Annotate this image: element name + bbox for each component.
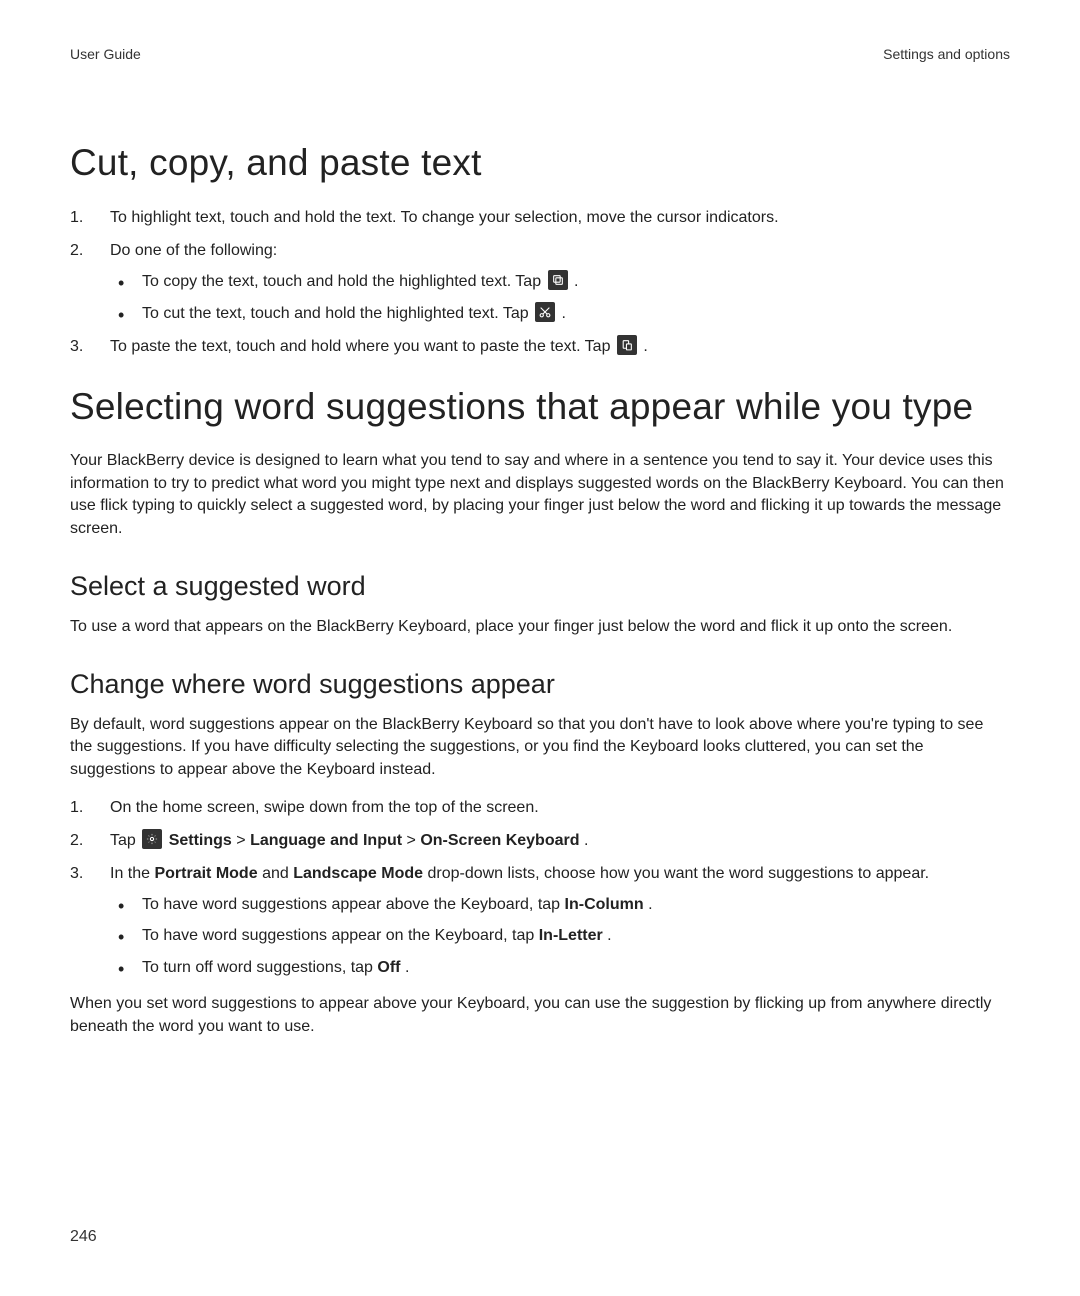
header-left: User Guide	[70, 46, 141, 62]
t-post: drop-down lists, choose how you want the…	[427, 865, 929, 882]
step-3-bullets: To have word suggestions appear above th…	[110, 893, 1010, 979]
step-text: On the home screen, swipe down from the …	[110, 799, 539, 816]
nav-end: .	[584, 832, 588, 849]
bullet-text-post: .	[562, 305, 566, 322]
b-post: .	[607, 927, 611, 944]
bullet-cut: To cut the text, touch and hold the high…	[110, 302, 1010, 325]
page-number: 246	[70, 1228, 97, 1246]
nav-sep: >	[407, 832, 421, 849]
step-text-pre: To paste the text, touch and hold where …	[110, 338, 615, 355]
b-pre: To have word suggestions appear above th…	[142, 896, 565, 913]
b-post: .	[405, 959, 409, 976]
header-right: Settings and options	[883, 46, 1010, 62]
in-column-label: In-Column	[565, 896, 644, 913]
bullet-in-letter: To have word suggestions appear on the K…	[110, 924, 1010, 947]
step-3: To paste the text, touch and hold where …	[70, 335, 1010, 358]
section-heading-cut-copy-paste: Cut, copy, and paste text	[70, 142, 1010, 184]
b-pre: To have word suggestions appear on the K…	[142, 927, 539, 944]
t-pre: In the	[110, 865, 154, 882]
bullet-off: To turn off word suggestions, tap Off .	[110, 956, 1010, 979]
bullet-text-post: .	[574, 273, 578, 290]
page-header: User Guide Settings and options	[70, 46, 1010, 62]
step-text-pre: Tap	[110, 832, 140, 849]
off-label: Off	[377, 959, 400, 976]
cut-icon	[535, 302, 555, 322]
section-intro: Your BlackBerry device is designed to le…	[70, 450, 1010, 541]
subsection-change-suggestions: Change where word suggestions appear	[70, 669, 1010, 700]
step-3: In the Portrait Mode and Landscape Mode …	[70, 862, 1010, 979]
step-text: To highlight text, touch and hold the te…	[110, 209, 779, 226]
subsection-outro: When you set word suggestions to appear …	[70, 993, 1010, 1038]
nav-settings: Settings	[169, 832, 232, 849]
step-text-post: .	[643, 338, 647, 355]
portrait-mode-label: Portrait Mode	[154, 865, 257, 882]
nav-language-input: Language and Input	[250, 832, 402, 849]
subsection-intro: By default, word suggestions appear on t…	[70, 714, 1010, 782]
step-text: Do one of the following:	[110, 242, 277, 259]
nav-on-screen-keyboard: On-Screen Keyboard	[420, 832, 579, 849]
step-2-bullets: To copy the text, touch and hold the hig…	[110, 270, 1010, 324]
bullet-copy: To copy the text, touch and hold the hig…	[110, 270, 1010, 293]
section-heading-word-suggestions: Selecting word suggestions that appear w…	[70, 386, 1010, 428]
document-page: User Guide Settings and options Cut, cop…	[0, 0, 1080, 1296]
change-suggestions-steps: On the home screen, swipe down from the …	[70, 796, 1010, 979]
subsection-body: To use a word that appears on the BlackB…	[70, 616, 1010, 639]
cut-copy-paste-steps: To highlight text, touch and hold the te…	[70, 206, 1010, 358]
paste-icon	[617, 335, 637, 355]
bullet-text-pre: To copy the text, touch and hold the hig…	[142, 273, 546, 290]
b-pre: To turn off word suggestions, tap	[142, 959, 377, 976]
b-post: .	[648, 896, 652, 913]
copy-icon	[548, 270, 568, 290]
bullet-text-pre: To cut the text, touch and hold the high…	[142, 305, 533, 322]
in-letter-label: In-Letter	[539, 927, 603, 944]
settings-icon	[142, 829, 162, 849]
subsection-select-suggested-word: Select a suggested word	[70, 571, 1010, 602]
bullet-in-column: To have word suggestions appear above th…	[110, 893, 1010, 916]
landscape-mode-label: Landscape Mode	[293, 865, 423, 882]
step-2: Do one of the following: To copy the tex…	[70, 239, 1010, 325]
step-1: To highlight text, touch and hold the te…	[70, 206, 1010, 229]
t-mid1: and	[262, 865, 293, 882]
step-1: On the home screen, swipe down from the …	[70, 796, 1010, 819]
nav-sep: >	[236, 832, 250, 849]
step-2: Tap Settings > Language and Input > On-S…	[70, 829, 1010, 852]
